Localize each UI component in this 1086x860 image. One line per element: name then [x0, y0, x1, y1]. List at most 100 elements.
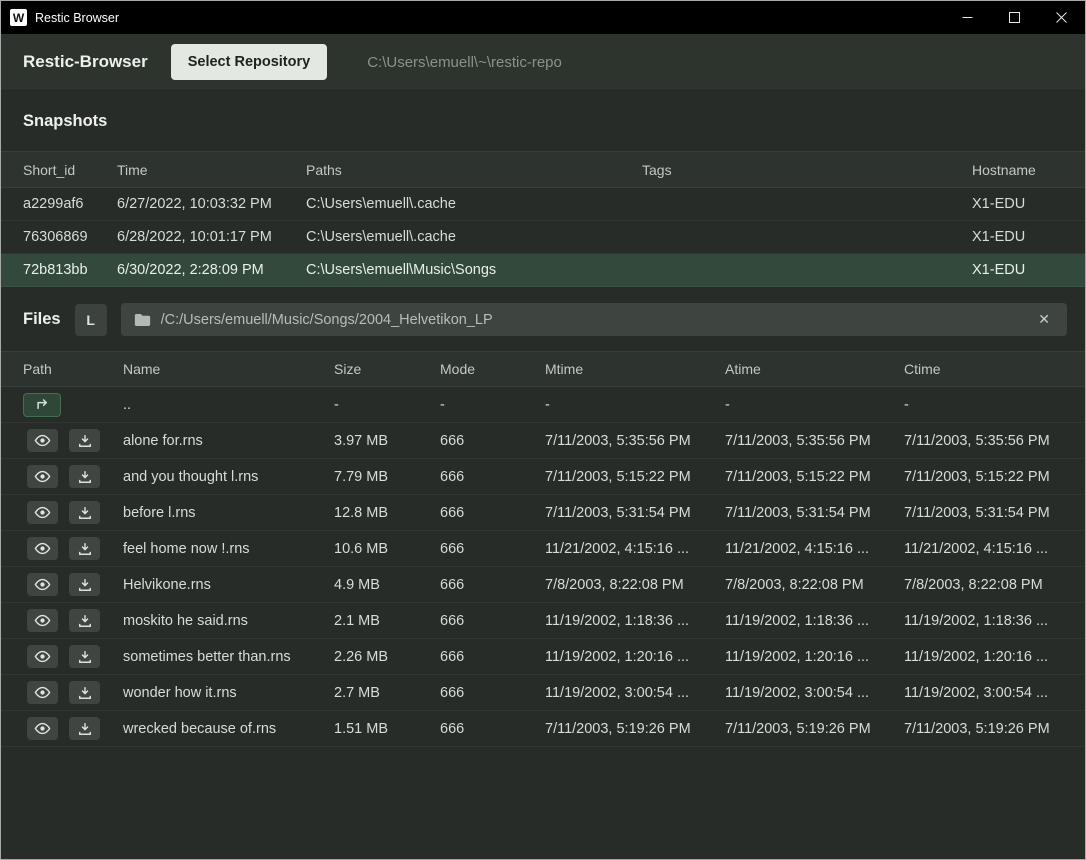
- file-mode: 666: [440, 649, 545, 665]
- preview-file-button[interactable]: [27, 501, 58, 524]
- download-icon: [78, 722, 92, 736]
- file-mtime: 11/19/2002, 1:18:36 ...: [545, 613, 725, 629]
- snapshots-section-title: Snapshots: [1, 91, 1085, 151]
- preview-file-button[interactable]: [27, 573, 58, 596]
- column-header-time: Time: [117, 162, 306, 178]
- download-file-button[interactable]: [69, 681, 100, 704]
- preview-file-button[interactable]: [27, 465, 58, 488]
- download-file-button[interactable]: [69, 537, 100, 560]
- snapshot-hostname: X1-EDU: [972, 196, 1085, 212]
- preview-file-button[interactable]: [27, 645, 58, 668]
- snapshot-row[interactable]: a2299af6 6/27/2022, 10:03:32 PM C:\Users…: [1, 188, 1085, 221]
- drive-select-button[interactable]: L: [75, 304, 107, 336]
- file-actions: [1, 429, 123, 452]
- file-name: moskito he said.rns: [123, 613, 334, 629]
- preview-file-button[interactable]: [27, 681, 58, 704]
- file-ctime: 7/11/2003, 5:15:22 PM: [904, 469, 1085, 485]
- eye-icon: [34, 470, 51, 483]
- parent-directory-atime: -: [725, 397, 904, 413]
- file-size: 3.97 MB: [334, 433, 440, 449]
- parent-directory-actions: [1, 393, 123, 417]
- current-path-bar[interactable]: /C:/Users/emuell/Music/Songs/2004_Helvet…: [121, 303, 1067, 336]
- titlebar-left: W Restic Browser: [1, 9, 119, 26]
- file-name: alone for.rns: [123, 433, 334, 449]
- snapshot-time: 6/27/2022, 10:03:32 PM: [117, 196, 306, 212]
- download-file-button[interactable]: [69, 645, 100, 668]
- file-mtime: 7/11/2003, 5:15:22 PM: [545, 469, 725, 485]
- parent-directory-row[interactable]: .. - - - - -: [1, 387, 1085, 423]
- snapshot-paths: C:\Users\emuell\Music\Songs: [306, 262, 642, 278]
- file-actions: [1, 537, 123, 560]
- download-icon: [78, 542, 92, 556]
- file-atime: 7/11/2003, 5:35:56 PM: [725, 433, 904, 449]
- file-actions: [1, 573, 123, 596]
- file-row[interactable]: wrecked because of.rns 1.51 MB 666 7/11/…: [1, 711, 1085, 747]
- download-file-button[interactable]: [69, 465, 100, 488]
- file-mode: 666: [440, 685, 545, 701]
- file-row[interactable]: feel home now !.rns 10.6 MB 666 11/21/20…: [1, 531, 1085, 567]
- snapshot-row-selected[interactable]: 72b813bb 6/30/2022, 2:28:09 PM C:\Users\…: [1, 254, 1085, 287]
- file-size: 2.7 MB: [334, 685, 440, 701]
- window-title: Restic Browser: [35, 11, 119, 25]
- file-ctime: 11/19/2002, 3:00:54 ...: [904, 685, 1085, 701]
- parent-directory-mtime: -: [545, 397, 725, 413]
- file-ctime: 7/11/2003, 5:31:54 PM: [904, 505, 1085, 521]
- column-header-size: Size: [334, 361, 440, 377]
- column-header-path: Path: [1, 361, 123, 377]
- preview-file-button[interactable]: [27, 429, 58, 452]
- download-file-button[interactable]: [69, 609, 100, 632]
- snapshot-row[interactable]: 76306869 6/28/2022, 10:01:17 PM C:\Users…: [1, 221, 1085, 254]
- window-controls: [944, 1, 1085, 34]
- file-row[interactable]: sometimes better than.rns 2.26 MB 666 11…: [1, 639, 1085, 675]
- file-mtime: 11/21/2002, 4:15:16 ...: [545, 541, 725, 557]
- file-size: 4.9 MB: [334, 577, 440, 593]
- app-header: Restic-Browser Select Repository C:\User…: [1, 34, 1085, 91]
- snapshot-time: 6/28/2022, 10:01:17 PM: [117, 229, 306, 245]
- file-actions: [1, 717, 123, 740]
- go-up-button[interactable]: [23, 393, 61, 417]
- file-ctime: 11/19/2002, 1:18:36 ...: [904, 613, 1085, 629]
- file-actions: [1, 645, 123, 668]
- file-ctime: 11/21/2002, 4:15:16 ...: [904, 541, 1085, 557]
- file-ctime: 7/8/2003, 8:22:08 PM: [904, 577, 1085, 593]
- file-size: 7.79 MB: [334, 469, 440, 485]
- maximize-icon: [1009, 12, 1020, 23]
- snapshot-paths: C:\Users\emuell\.cache: [306, 196, 642, 212]
- download-icon: [78, 578, 92, 592]
- file-row[interactable]: alone for.rns 3.97 MB 666 7/11/2003, 5:3…: [1, 423, 1085, 459]
- download-file-button[interactable]: [69, 429, 100, 452]
- file-rows: alone for.rns 3.97 MB 666 7/11/2003, 5:3…: [1, 423, 1085, 747]
- clear-path-button[interactable]: ✕: [1034, 309, 1054, 330]
- download-file-button[interactable]: [69, 573, 100, 596]
- eye-icon: [34, 542, 51, 555]
- close-button[interactable]: [1038, 1, 1085, 34]
- files-section-title: Files: [23, 310, 61, 329]
- file-mode: 666: [440, 469, 545, 485]
- file-row[interactable]: Helvikone.rns 4.9 MB 666 7/8/2003, 8:22:…: [1, 567, 1085, 603]
- file-atime: 7/11/2003, 5:15:22 PM: [725, 469, 904, 485]
- titlebar[interactable]: W Restic Browser: [1, 1, 1085, 34]
- select-repository-button[interactable]: Select Repository: [171, 44, 328, 80]
- file-row[interactable]: before l.rns 12.8 MB 666 7/11/2003, 5:31…: [1, 495, 1085, 531]
- download-file-button[interactable]: [69, 501, 100, 524]
- file-mode: 666: [440, 505, 545, 521]
- return-arrow-icon: [35, 398, 50, 411]
- files-table: Path Name Size Mode Mtime Atime Ctime ..…: [1, 351, 1085, 747]
- file-row[interactable]: moskito he said.rns 2.1 MB 666 11/19/200…: [1, 603, 1085, 639]
- file-name: before l.rns: [123, 505, 334, 521]
- file-row[interactable]: and you thought l.rns 7.79 MB 666 7/11/2…: [1, 459, 1085, 495]
- preview-file-button[interactable]: [27, 537, 58, 560]
- file-mode: 666: [440, 433, 545, 449]
- minimize-button[interactable]: [944, 1, 991, 34]
- file-atime: 11/19/2002, 1:18:36 ...: [725, 613, 904, 629]
- file-mtime: 11/19/2002, 3:00:54 ...: [545, 685, 725, 701]
- file-atime: 7/8/2003, 8:22:08 PM: [725, 577, 904, 593]
- preview-file-button[interactable]: [27, 717, 58, 740]
- column-header-paths: Paths: [306, 162, 642, 178]
- maximize-button[interactable]: [991, 1, 1038, 34]
- eye-icon: [34, 614, 51, 627]
- download-file-button[interactable]: [69, 717, 100, 740]
- column-header-mtime: Mtime: [545, 361, 725, 377]
- preview-file-button[interactable]: [27, 609, 58, 632]
- file-row[interactable]: wonder how it.rns 2.7 MB 666 11/19/2002,…: [1, 675, 1085, 711]
